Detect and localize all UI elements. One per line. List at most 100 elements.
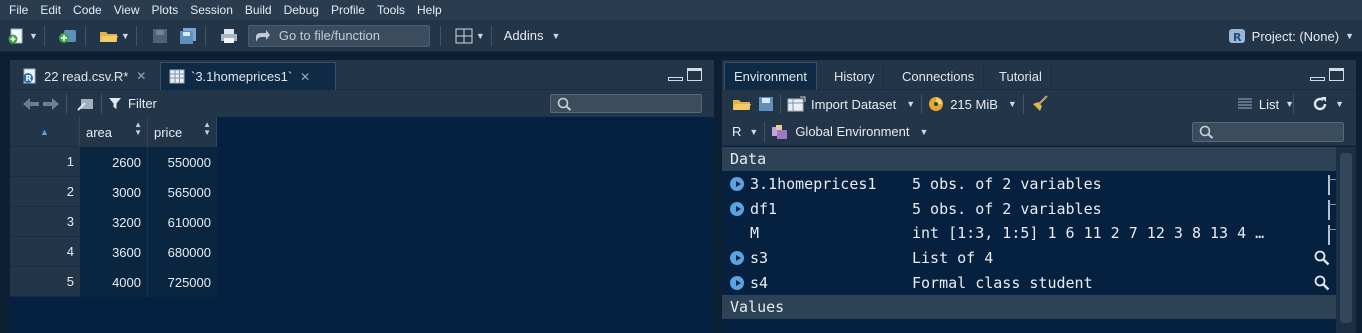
tab-tutorial[interactable]: Tutorial <box>990 62 1052 90</box>
data-search-input[interactable] <box>550 94 702 113</box>
menu-build[interactable]: Build <box>240 0 279 20</box>
chevron-down-icon[interactable]: ▼ <box>476 31 485 41</box>
table-icon[interactable] <box>1328 225 1330 245</box>
environment-search-input[interactable] <box>1192 122 1344 142</box>
chevron-down-icon[interactable]: ▼ <box>29 31 38 41</box>
maximize-icon[interactable] <box>1329 68 1344 81</box>
menu-debug[interactable]: Debug <box>279 0 326 20</box>
tab-connections[interactable]: Connections <box>893 62 985 90</box>
object-name: 3.1homeprices1 <box>750 174 877 193</box>
forward-arrow-icon[interactable] <box>42 97 60 111</box>
goto-file-function-input[interactable]: Go to file/function <box>247 24 430 47</box>
workspace-panes-icon[interactable] <box>453 26 475 46</box>
chevron-down-icon: ▼ <box>1335 99 1344 109</box>
menu-help[interactable]: Help <box>412 0 449 20</box>
column-header-area[interactable]: area ▲ ▼ <box>80 117 148 147</box>
chevron-down-icon[interactable]: ▼ <box>1008 99 1017 109</box>
import-dataset-button[interactable]: Import Dataset <box>811 97 896 112</box>
chevron-down-icon[interactable]: ▼ <box>121 31 130 41</box>
toolbar-divider <box>204 25 206 46</box>
refresh-button[interactable]: ▼ <box>1311 95 1344 113</box>
memory-usage-label[interactable]: 215 MiB <box>950 97 998 112</box>
broom-icon[interactable] <box>1030 95 1050 113</box>
minimize-icon[interactable] <box>1310 76 1325 81</box>
chevron-down-icon[interactable]: ▼ <box>906 99 915 109</box>
view-mode-menu[interactable]: List ▼ <box>1237 97 1294 112</box>
cell-area: 3600 <box>80 237 148 267</box>
magnifier-icon[interactable] <box>1314 275 1330 295</box>
save-icon[interactable] <box>149 26 171 46</box>
toolbar-divider <box>66 93 67 114</box>
list-item[interactable]: s4 Formal class student <box>722 270 1336 295</box>
project-menu[interactable]: R Project: (None) ▼ <box>1228 27 1354 45</box>
environment-pane: Environment History Connections Tutorial… <box>722 60 1356 333</box>
expand-icon[interactable] <box>730 176 744 191</box>
close-icon[interactable]: ✕ <box>300 70 310 84</box>
list-item[interactable]: s3 List of 4 <box>722 245 1336 270</box>
toolbar-divider <box>84 25 86 46</box>
menu-profile[interactable]: Profile <box>326 0 372 20</box>
save-all-icon[interactable] <box>177 26 199 46</box>
tab-label: 22 read.csv.R* <box>44 68 129 84</box>
row-number: 1 <box>10 147 80 177</box>
cell-area: 3200 <box>80 207 148 237</box>
open-folder-icon[interactable] <box>98 26 120 46</box>
toolbar-divider <box>921 94 923 114</box>
cell-price: 680000 <box>148 237 217 267</box>
tab-environment[interactable]: Environment <box>724 62 817 90</box>
object-name: s3 <box>750 248 769 267</box>
print-icon[interactable] <box>218 26 240 46</box>
new-file-icon[interactable] <box>6 26 28 46</box>
list-item[interactable]: 3.1homeprices1 5 obs. of 2 variables <box>722 171 1336 196</box>
menu-session[interactable]: Session <box>185 0 240 20</box>
minimize-icon[interactable] <box>668 76 683 81</box>
menu-plots[interactable]: Plots <box>147 0 186 20</box>
expand-icon[interactable] <box>730 275 744 290</box>
popout-icon[interactable] <box>77 96 95 111</box>
new-project-icon[interactable] <box>57 26 79 46</box>
addins-button[interactable]: Addins ▼ <box>504 28 561 43</box>
table-icon[interactable] <box>1328 175 1330 195</box>
column-header-price[interactable]: price ▲ ▼ <box>148 117 217 147</box>
table-icon[interactable] <box>1328 200 1330 220</box>
menu-edit[interactable]: Edit <box>35 0 68 20</box>
table-row: 2 3000 565000 <box>10 177 217 207</box>
filter-button[interactable]: Filter <box>128 96 157 111</box>
svg-text:R: R <box>26 74 32 83</box>
environment-scope-menu[interactable]: Global Environment <box>795 124 909 139</box>
object-value: Formal class student <box>912 273 1093 292</box>
vertical-scrollbar[interactable] <box>1336 147 1356 333</box>
menu-tools[interactable]: Tools <box>372 0 412 20</box>
toolbar-divider <box>135 25 137 46</box>
list-item[interactable]: df1 5 obs. of 2 variables <box>722 196 1336 221</box>
tab-data-view[interactable]: `3.1homeprices1` ✕ <box>160 62 336 90</box>
tab-history[interactable]: History <box>825 62 885 90</box>
chevron-down-icon[interactable]: ▼ <box>749 127 758 137</box>
cell-area: 3000 <box>80 177 148 207</box>
magnifier-icon[interactable] <box>1314 250 1330 270</box>
language-selector[interactable]: R <box>732 124 741 139</box>
back-arrow-icon[interactable] <box>22 97 40 111</box>
row-number-header[interactable]: ▲ <box>10 117 80 147</box>
object-name: M <box>750 224 760 242</box>
expand-icon[interactable] <box>730 250 744 265</box>
list-item[interactable]: M int [1:3, 1:5] 1 6 11 2 7 12 3 8 13 4 … <box>722 221 1336 245</box>
cell-price: 610000 <box>148 207 217 237</box>
scrollbar-thumb[interactable] <box>1340 153 1352 323</box>
menu-file[interactable]: File <box>4 0 35 20</box>
expand-icon[interactable] <box>730 201 744 216</box>
section-header-values: Values <box>722 295 1336 319</box>
filter-icon[interactable] <box>108 97 122 110</box>
open-folder-icon[interactable] <box>732 96 752 112</box>
menu-view[interactable]: View <box>109 0 147 20</box>
maximize-icon[interactable] <box>687 68 702 81</box>
menu-code[interactable]: Code <box>68 0 109 20</box>
save-icon[interactable] <box>758 96 774 112</box>
tab-r-script[interactable]: R 22 read.csv.R* ✕ <box>14 62 156 90</box>
chevron-down-icon[interactable]: ▼ <box>919 127 928 137</box>
refresh-icon <box>1313 97 1327 111</box>
project-label: Project: (None) <box>1251 28 1340 44</box>
search-icon <box>557 97 572 111</box>
close-icon[interactable]: ✕ <box>136 69 146 83</box>
list-icon <box>1237 98 1252 109</box>
